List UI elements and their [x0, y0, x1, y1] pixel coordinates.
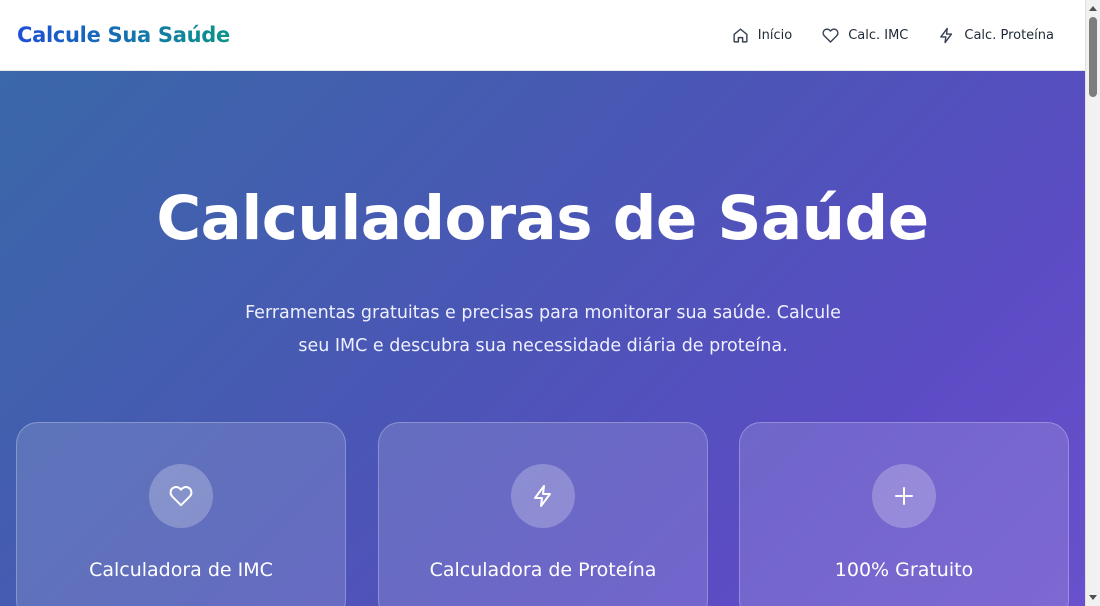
- feature-card-proteina[interactable]: Calculadora de Proteína: [378, 422, 708, 606]
- feature-card-imc[interactable]: Calculadora de IMC: [16, 422, 346, 606]
- nav-item-label: Calc. IMC: [848, 27, 909, 43]
- nav-item-label: Calc. Proteína: [964, 27, 1054, 43]
- card-icon-circle: [149, 464, 213, 528]
- home-icon: [733, 27, 748, 43]
- scroll-down-arrow-icon[interactable]: [1089, 595, 1097, 600]
- hero-subtitle: Ferramentas gratuitas e precisas para mo…: [245, 303, 841, 356]
- card-title: Calculadora de Proteína: [429, 559, 657, 581]
- main-nav: Início Calc. IMC Calc. Proteína: [728, 21, 1058, 50]
- nav-item-calc-proteina[interactable]: Calc. Proteína: [934, 21, 1058, 50]
- feature-card-gratuito[interactable]: 100% Gratuito: [739, 422, 1069, 606]
- scrollbar-thumb[interactable]: [1089, 17, 1097, 97]
- heart-icon: [822, 27, 839, 43]
- card-icon-circle: [511, 464, 575, 528]
- vertical-scrollbar[interactable]: [1085, 0, 1100, 606]
- plus-icon: [895, 487, 913, 505]
- page: Calcule Sua Saúde Início Calc. IMC Calc.…: [0, 0, 1085, 606]
- hero-title: Calculadoras de Saúde: [156, 183, 929, 254]
- hero-section: Calculadoras de Saúde Ferramentas gratui…: [0, 71, 1085, 606]
- scroll-up-arrow-icon[interactable]: [1089, 6, 1097, 11]
- heart-icon: [169, 486, 193, 507]
- nav-item-inicio[interactable]: Início: [728, 21, 796, 50]
- card-icon-circle: [872, 464, 936, 528]
- nav-item-label: Início: [757, 27, 793, 43]
- brand-logo[interactable]: Calcule Sua Saúde: [17, 23, 230, 47]
- zap-icon: [534, 485, 551, 507]
- nav-item-calc-imc[interactable]: Calc. IMC: [818, 21, 912, 50]
- top-navbar: Calcule Sua Saúde Início Calc. IMC Calc.…: [0, 0, 1085, 71]
- card-title: Calculadora de IMC: [89, 559, 273, 581]
- zap-icon: [940, 27, 953, 43]
- card-title: 100% Gratuito: [834, 559, 974, 581]
